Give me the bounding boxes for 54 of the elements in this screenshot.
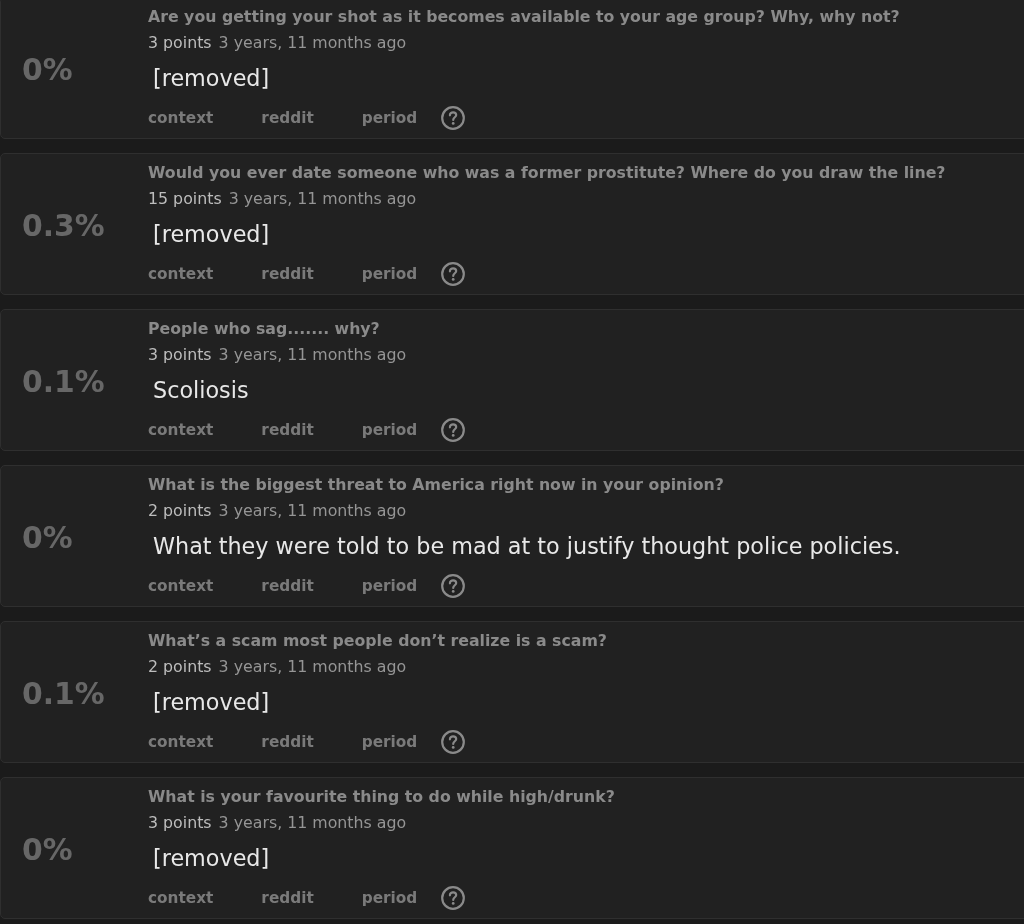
action-link[interactable]: reddit [261,730,314,754]
timestamp: 3 years, 11 months ago [218,813,407,833]
comment-text: [removed] [153,64,270,93]
action-link[interactable]: period [361,262,418,286]
help-icon[interactable] [441,574,466,598]
points: 15 points [148,189,222,209]
percentage: 0% [22,52,73,88]
percentage: 0% [22,832,73,868]
action-link[interactable]: reddit [261,886,314,910]
comment-text: [removed] [153,688,270,717]
post-title[interactable]: People who sag....... why? [148,319,380,339]
points: 2 points [148,501,212,521]
action-link[interactable]: context [148,886,214,910]
comment-text: [removed] [153,844,270,873]
action-link[interactable]: context [148,730,214,754]
points: 2 points [148,657,212,677]
action-link[interactable]: period [361,574,418,598]
action-link[interactable]: context [148,106,214,130]
post-title[interactable]: What is the biggest threat to America right now in your opinion? [148,475,724,495]
timestamp: 3 years, 11 months ago [218,657,407,677]
timestamp: 3 years, 11 months ago [218,33,407,53]
help-icon[interactable] [441,106,466,130]
action-link[interactable]: reddit [261,262,314,286]
points: 3 points [148,813,212,833]
action-link[interactable]: period [361,730,418,754]
comment-text: What they were told to be mad at to justify thought police policies. [153,532,901,561]
timestamp: 3 years, 11 months ago [218,501,407,521]
action-link[interactable]: period [361,886,418,910]
comment-text: Scoliosis [153,376,249,405]
action-link[interactable]: reddit [261,574,314,598]
post-title[interactable]: What is your favourite thing to do while high/drunk? [148,787,615,807]
post-title[interactable]: Are you getting your shot as it becomes available to your age group? Why, why not? [148,7,900,27]
action-link[interactable]: context [148,262,214,286]
points: 3 points [148,345,212,365]
action-link[interactable]: context [148,418,214,442]
timestamp: 3 years, 11 months ago [218,345,407,365]
percentage: 0% [22,520,73,556]
percentage: 0.1% [22,364,105,400]
post-title[interactable]: What’s a scam most people don’t realize is a scam? [148,631,607,651]
comment-text: [removed] [153,220,270,249]
action-link[interactable]: period [361,106,418,130]
help-icon[interactable] [441,418,466,442]
action-link[interactable]: reddit [261,418,314,442]
timestamp: 3 years, 11 months ago [228,189,417,209]
action-link[interactable]: reddit [261,106,314,130]
help-icon[interactable] [441,262,466,286]
help-icon[interactable] [441,730,466,754]
action-link[interactable]: period [361,418,418,442]
action-link[interactable]: context [148,574,214,598]
percentage: 0.1% [22,676,105,712]
points: 3 points [148,33,212,53]
help-icon[interactable] [441,886,466,910]
post-title[interactable]: Would you ever date someone who was a former prostitute? Where do you draw the line? [148,163,946,183]
percentage: 0.3% [22,208,105,244]
